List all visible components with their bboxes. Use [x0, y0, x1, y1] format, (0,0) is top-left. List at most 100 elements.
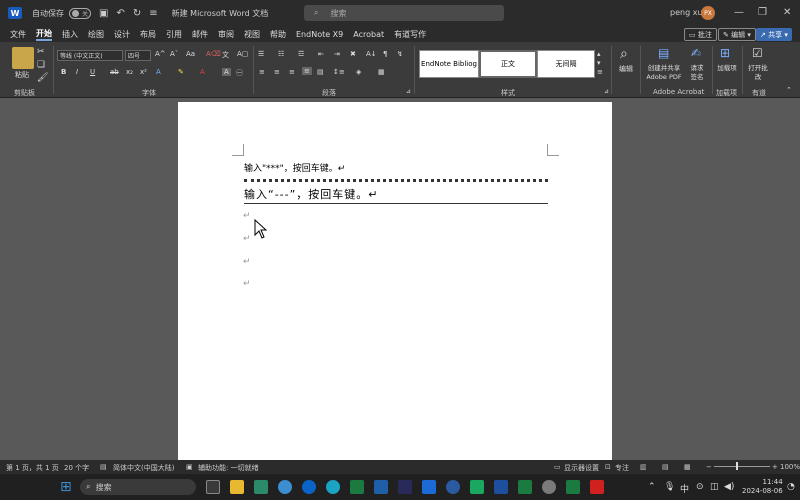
copy-icon[interactable]: ❏ — [37, 60, 45, 70]
save-icon[interactable]: ▣ — [99, 8, 108, 19]
zoom-slider[interactable] — [714, 466, 770, 467]
comment-button[interactable]: ▭ 批注 — [684, 28, 717, 41]
tab-review[interactable]: 审阅 — [218, 29, 234, 40]
app-icon[interactable] — [374, 480, 388, 494]
search-box[interactable]: ⌕ 搜索 — [304, 5, 504, 21]
youdao-open-label[interactable]: 打开批改 — [747, 64, 769, 82]
ime-indicator[interactable]: 中 — [680, 482, 689, 495]
paragraph-mark[interactable]: ↵ — [243, 211, 251, 221]
file-explorer-icon[interactable] — [230, 480, 244, 494]
tab-youdao[interactable]: 有道写作 — [394, 29, 426, 40]
wechat-icon[interactable] — [470, 480, 484, 494]
ime-mode-icon[interactable]: ⊙ — [696, 482, 704, 492]
notification-icon[interactable]: ◔ — [787, 482, 795, 492]
autosave-toggle[interactable]: 关 — [69, 7, 91, 19]
multilevel-list-icon[interactable]: ☲ — [298, 50, 304, 58]
task-view-icon[interactable] — [206, 480, 220, 494]
tab-home[interactable]: 开始 — [36, 28, 52, 41]
align-left-icon[interactable]: ≡ — [259, 68, 265, 76]
store-app-icon[interactable] — [254, 480, 268, 494]
zoom-slider-thumb[interactable] — [736, 462, 738, 470]
tab-insert[interactable]: 插入 — [62, 29, 78, 40]
web-layout-icon[interactable]: ▦ — [684, 463, 691, 471]
font-color-icon[interactable]: A — [200, 68, 205, 76]
numbering-icon[interactable]: ☷ — [278, 50, 284, 58]
strikethrough-icon[interactable]: ab — [110, 68, 119, 76]
paste-icon[interactable] — [12, 47, 34, 69]
page-count[interactable]: 第 1 页，共 1 页 — [6, 463, 59, 473]
excel-icon[interactable] — [518, 480, 532, 494]
increase-indent-icon[interactable]: ⇥ — [334, 50, 340, 58]
windows-start-icon[interactable]: ⊞ — [60, 479, 72, 495]
browser-icon[interactable] — [278, 480, 292, 494]
display-settings-icon[interactable]: ▭ — [554, 463, 561, 471]
zoom-out-icon[interactable]: − — [706, 463, 712, 471]
clock[interactable]: 11:44 2024-08-06 — [742, 478, 783, 496]
settings-icon[interactable] — [542, 480, 556, 494]
macro-icon[interactable]: ▣ — [186, 463, 193, 471]
font-size-combo[interactable]: 四号 — [125, 50, 151, 61]
language-status[interactable]: 简体中文(中国大陆) — [113, 463, 174, 473]
change-case-icon[interactable]: Aa — [186, 50, 195, 58]
print-layout-icon[interactable]: ▤ — [662, 463, 669, 471]
tab-mailings[interactable]: 邮件 — [192, 29, 208, 40]
accessibility-status[interactable]: 辅助功能: 一切就绪 — [198, 463, 259, 473]
tab-help[interactable]: 帮助 — [270, 29, 286, 40]
shrink-font-icon[interactable]: Aˇ — [170, 50, 178, 58]
editing-mode-button[interactable]: ✎ 编辑 ▾ — [718, 28, 756, 41]
read-mode-icon[interactable]: ▥ — [640, 463, 647, 471]
youdao-icon[interactable]: ☑ — [752, 46, 763, 60]
app-icon[interactable] — [422, 480, 436, 494]
show-marks-icon[interactable]: ¶ — [383, 50, 387, 58]
spellcheck-icon[interactable]: ▤ — [100, 463, 107, 471]
decrease-indent-icon[interactable]: ⇤ — [318, 50, 324, 58]
paragraph-mark[interactable]: ↵ — [243, 257, 251, 267]
styles-launcher-icon[interactable]: ⊿ — [604, 88, 609, 95]
word-count[interactable]: 20 个字 — [64, 463, 89, 473]
app-icon[interactable] — [302, 480, 316, 494]
microphone-icon[interactable]: 🎙 — [664, 482, 675, 492]
avatar[interactable]: PX — [701, 6, 715, 20]
zoom-level[interactable]: 100% — [780, 463, 800, 471]
tray-overflow-icon[interactable]: ⌃ — [648, 482, 656, 492]
align-right-icon[interactable]: ≡ — [289, 68, 295, 76]
tab-design[interactable]: 设计 — [114, 29, 130, 40]
styles-scroll-icon[interactable]: ▴ ▾ ≡ — [597, 50, 603, 77]
collapse-ribbon-icon[interactable]: ⌃ — [786, 86, 792, 94]
redo-icon[interactable]: ↻ — [133, 8, 141, 19]
xmind-icon[interactable] — [350, 480, 364, 494]
app-icon[interactable] — [566, 480, 580, 494]
taskbar-search[interactable]: ⌕ 搜索 — [80, 479, 196, 495]
style-normal[interactable]: 正文 — [479, 50, 537, 78]
document-line-1[interactable]: 输入"***"，按回车键。↵ — [244, 161, 345, 174]
editing-label[interactable]: 编辑 — [619, 64, 633, 74]
format-painter-icon[interactable]: 🖌 — [37, 73, 48, 83]
tab-layout[interactable]: 布局 — [140, 29, 156, 40]
font-name-combo[interactable]: 等线 (中文正文) — [57, 50, 123, 61]
tab-acrobat[interactable]: Acrobat — [353, 30, 384, 39]
enclose-characters-icon[interactable]: ㊀ — [236, 68, 243, 78]
grow-font-icon[interactable]: A^ — [155, 50, 166, 58]
addins-button-label[interactable]: 加载项 — [716, 64, 738, 73]
superscript-icon[interactable]: x² — [140, 68, 147, 76]
text-effects-icon[interactable]: A — [156, 68, 161, 76]
tab-references[interactable]: 引用 — [166, 29, 182, 40]
phonetic-guide-icon[interactable]: 文 — [222, 50, 229, 60]
cut-icon[interactable]: ✂ — [37, 47, 45, 57]
paste-label[interactable]: 粘贴 — [15, 70, 29, 80]
zoom-in-icon[interactable]: + — [772, 463, 778, 471]
style-endnote[interactable]: EndNote Bibliog — [419, 50, 479, 78]
character-shading-icon[interactable]: A — [222, 68, 231, 76]
focus-mode[interactable]: 专注 — [615, 463, 629, 473]
chinese-layout-icon[interactable]: ✖ — [350, 50, 356, 58]
edge-icon[interactable] — [326, 480, 340, 494]
asian-layout-icon[interactable]: ↯ — [397, 50, 403, 58]
request-sign-icon[interactable]: ✍ — [691, 46, 701, 60]
search-app-icon[interactable] — [446, 480, 460, 494]
character-border-icon[interactable]: A▢ — [237, 50, 248, 58]
bold-icon[interactable]: B — [61, 68, 66, 76]
style-no-spacing[interactable]: 无间隔 — [537, 50, 595, 78]
italic-icon[interactable]: I — [76, 68, 78, 76]
undo-icon[interactable]: ↶ — [116, 8, 124, 19]
network-icon[interactable]: ◫ — [710, 482, 719, 492]
